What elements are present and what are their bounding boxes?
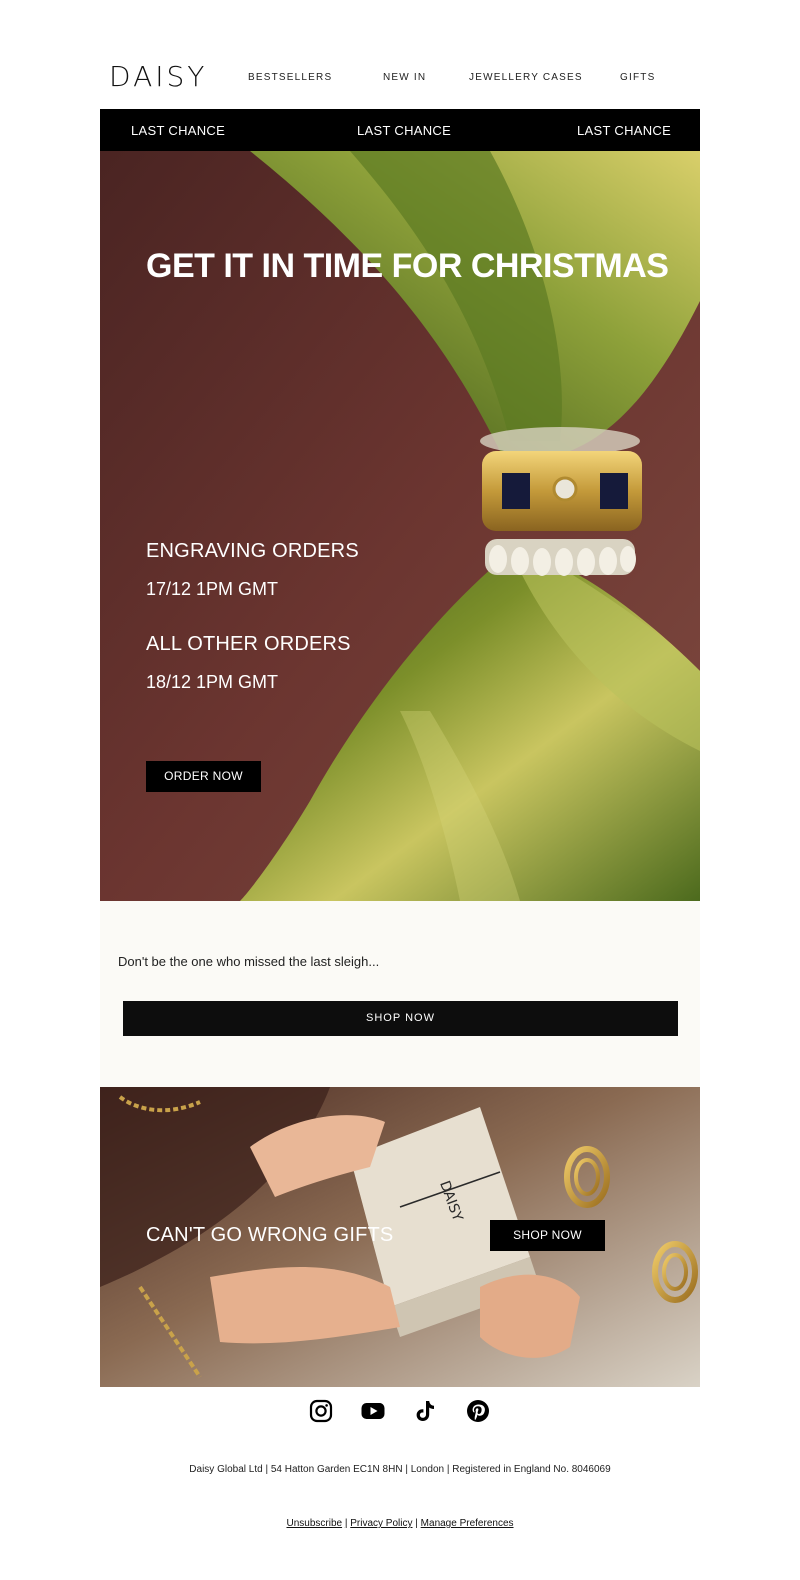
promo-tagline: Don't be the one who missed the last sle… — [118, 954, 380, 969]
nav-jewellery-cases[interactable]: JEWELLERY CASES — [469, 72, 583, 83]
shop-now-button[interactable]: SHOP NOW — [123, 1001, 678, 1036]
nav-bestsellers[interactable]: BESTSELLERS — [248, 72, 332, 83]
gifts-title: CAN'T GO WRONG GIFTS — [146, 1224, 394, 1246]
footer-links: Unsubscribe | Privacy Policy | Manage Pr… — [100, 1518, 700, 1529]
announcement-bar: LAST CHANCE LAST CHANCE LAST CHANCE — [100, 109, 700, 151]
hero-banner[interactable]: GET IT IN TIME FOR CHRISTMAS ENGRAVING O… — [100, 151, 700, 901]
header: DAISY BESTSELLERS NEW IN JEWELLERY CASES… — [100, 58, 700, 102]
social-links — [100, 1398, 700, 1428]
instagram-icon[interactable] — [308, 1398, 334, 1424]
promo-section: Don't be the one who missed the last sle… — [100, 901, 700, 1087]
youtube-icon[interactable] — [360, 1398, 386, 1424]
gifts-banner[interactable]: DAISY CAN'T GO WRONG GIFTS SHOP NOW — [100, 1087, 700, 1387]
order-now-button[interactable]: ORDER NOW — [146, 761, 261, 792]
footer-separator: | — [344, 1518, 348, 1529]
announcement-item: LAST CHANCE — [357, 123, 452, 138]
gifts-shop-now-button[interactable]: SHOP NOW — [490, 1220, 605, 1251]
footer-address: Daisy Global Ltd | 54 Hatton Garden EC1N… — [189, 1464, 611, 1475]
nav-new-in[interactable]: NEW IN — [383, 72, 426, 83]
engraving-heading: ENGRAVING ORDERS — [146, 540, 359, 562]
hero-title: GET IT IN TIME FOR CHRISTMAS — [146, 247, 669, 285]
tiktok-icon[interactable] — [412, 1398, 438, 1424]
unsubscribe-link[interactable]: Unsubscribe — [286, 1518, 342, 1529]
brand-logo[interactable]: DAISY — [109, 60, 207, 93]
announcement-item: LAST CHANCE — [131, 123, 226, 138]
pinterest-icon[interactable] — [465, 1398, 491, 1424]
footer-separator: | — [415, 1518, 418, 1529]
privacy-policy-link[interactable]: Privacy Policy — [350, 1518, 412, 1529]
other-orders-date: 18/12 1PM GMT — [146, 672, 279, 692]
nav-gifts[interactable]: GIFTS — [620, 72, 655, 83]
other-orders-heading: ALL OTHER ORDERS — [146, 633, 351, 655]
manage-preferences-link[interactable]: Manage Preferences — [421, 1518, 514, 1529]
announcement-item: LAST CHANCE — [577, 123, 672, 138]
engraving-date: 17/12 1PM GMT — [146, 579, 279, 599]
